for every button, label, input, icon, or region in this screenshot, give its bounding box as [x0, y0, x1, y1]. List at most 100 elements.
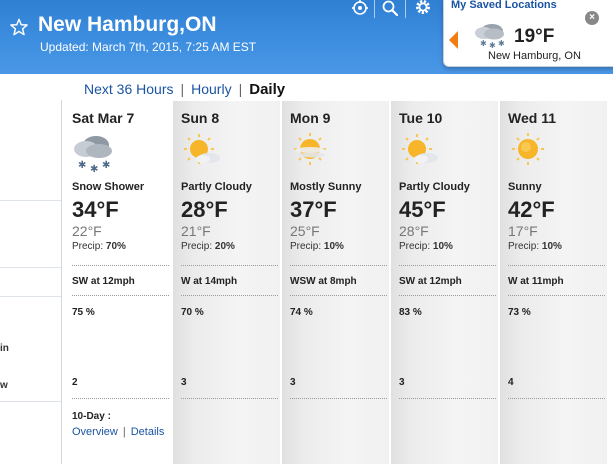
uv-index: 2: [72, 377, 78, 388]
low-temperature: 22°F: [72, 223, 102, 239]
high-temperature: 45°F: [399, 197, 446, 222]
dotted-divider: [399, 398, 496, 399]
uv-index: 3: [181, 377, 187, 388]
precip-value: 10%: [541, 241, 562, 252]
humidity: 75 %: [72, 307, 95, 318]
snow-shower-icon: ✱ ✱ ✱: [74, 136, 112, 173]
favorite-star-icon[interactable]: [10, 18, 28, 36]
dotted-divider: [290, 265, 387, 266]
precipitation: Precip: 10%: [290, 241, 344, 252]
divider: [0, 401, 61, 402]
tab-separator: |: [238, 81, 243, 97]
svg-text:✱: ✱: [78, 160, 86, 171]
left-panel-label: w: [0, 380, 8, 391]
wind: SW at 12mph: [72, 276, 135, 287]
day-name: Tue 10: [399, 110, 443, 126]
ten-day-label: 10-Day :: [72, 411, 111, 422]
dotted-divider: [508, 265, 605, 266]
wind: W at 14mph: [181, 276, 238, 287]
high-temperature: 37°F: [290, 197, 337, 222]
close-icon[interactable]: ×: [585, 11, 599, 25]
tab-separator: |: [180, 81, 185, 97]
left-panel: in w: [0, 100, 62, 464]
daily-forecast: Sat Mar 7 ✱ ✱ ✱ Snow Shower 34°F 22°F Pr…: [64, 101, 613, 464]
precipitation: Precip: 20%: [181, 241, 235, 252]
locate-icon[interactable]: [351, 0, 369, 18]
svg-text:✱: ✱: [480, 39, 487, 48]
humidity: 70 %: [181, 307, 204, 318]
ten-day-links: Overview | Details: [72, 426, 164, 438]
precip-label: Precip:: [181, 241, 213, 252]
details-link[interactable]: Details: [131, 426, 165, 438]
partly-cloudy-icon: [184, 134, 220, 164]
precipitation: Precip: 10%: [508, 241, 562, 252]
dotted-divider: [508, 398, 605, 399]
dotted-divider: [399, 295, 496, 296]
snow-cloud-icon: ✱ ✱ ✱: [475, 24, 505, 49]
divider: [0, 200, 61, 201]
svg-text:✱: ✱: [489, 41, 496, 49]
uv-index: 3: [399, 377, 405, 388]
forecast-tabs: Next 36 Hours | Hourly | Daily: [84, 81, 285, 98]
header-divider: [405, 0, 406, 18]
svg-text:✱: ✱: [90, 164, 98, 173]
saved-location-name[interactable]: New Hamburg, ON: [488, 50, 581, 62]
precip-value: 20%: [214, 241, 235, 252]
tab-hourly[interactable]: Hourly: [191, 81, 231, 97]
mostly-sunny-icon: [294, 133, 326, 165]
wind: SW at 12mph: [399, 276, 462, 287]
day-column: Sun 8 Partly Cloudy 28°F 21°F Precip: 20…: [173, 101, 280, 464]
low-temperature: 21°F: [181, 223, 211, 239]
updated-timestamp: Updated: March 7th, 2015, 7:25 AM EST: [40, 40, 257, 54]
uv-index: 4: [508, 377, 514, 388]
condition-label: Mostly Sunny: [290, 181, 362, 193]
location-title: New Hamburg,ON: [38, 13, 217, 36]
saved-location-temperature: 19°F: [514, 26, 555, 47]
precipitation: Precip: 70%: [72, 241, 126, 252]
condition-label: Sunny: [508, 181, 542, 193]
header-divider: [374, 0, 375, 18]
low-temperature: 17°F: [508, 223, 538, 239]
condition-label: Partly Cloudy: [399, 181, 470, 193]
high-temperature: 28°F: [181, 197, 228, 222]
sunny-icon: [512, 133, 544, 165]
uv-index: 3: [290, 377, 296, 388]
link-separator: |: [122, 426, 126, 438]
saved-locations-title[interactable]: My Saved Locations: [451, 0, 557, 11]
day-column: Sat Mar 7 ✱ ✱ ✱ Snow Shower 34°F 22°F Pr…: [64, 101, 171, 464]
day-name: Mon 9: [290, 110, 331, 126]
dotted-divider: [181, 265, 278, 266]
wind: W at 11mph: [508, 276, 564, 287]
svg-text:✱: ✱: [498, 39, 505, 48]
day-column: Wed 11 Sunny 42°F 17°F Precip: 10% W at …: [500, 101, 607, 464]
dotted-divider: [72, 295, 169, 296]
divider: [0, 267, 61, 268]
precip-label: Precip:: [72, 241, 104, 252]
high-temperature: 34°F: [72, 197, 119, 222]
tab-daily[interactable]: Daily: [249, 81, 285, 98]
svg-text:✱: ✱: [102, 160, 110, 171]
humidity: 73 %: [508, 307, 531, 318]
precip-value: 10%: [323, 241, 344, 252]
search-icon[interactable]: [381, 0, 399, 18]
dotted-divider: [399, 265, 496, 266]
saved-locations-panel: My Saved Locations × ✱ ✱ ✱ 19°F New Hamb…: [443, 0, 613, 67]
tab-next-36-hours[interactable]: Next 36 Hours: [84, 81, 173, 97]
high-temperature: 42°F: [508, 197, 555, 222]
dotted-divider: [72, 398, 169, 399]
precipitation: Precip: 10%: [399, 241, 453, 252]
gear-icon[interactable]: [414, 0, 432, 18]
wind: WSW at 8mph: [290, 276, 357, 287]
dotted-divider: [181, 398, 278, 399]
precip-value: 10%: [432, 241, 453, 252]
low-temperature: 28°F: [399, 223, 429, 239]
partly-cloudy-icon: [402, 134, 438, 164]
precip-label: Precip:: [508, 241, 540, 252]
precip-label: Precip:: [290, 241, 322, 252]
dotted-divider: [72, 265, 169, 266]
previous-arrow-icon[interactable]: [449, 31, 458, 49]
dotted-divider: [181, 295, 278, 296]
humidity: 74 %: [290, 307, 313, 318]
overview-link[interactable]: Overview: [72, 426, 118, 438]
condition-label: Snow Shower: [72, 181, 145, 193]
